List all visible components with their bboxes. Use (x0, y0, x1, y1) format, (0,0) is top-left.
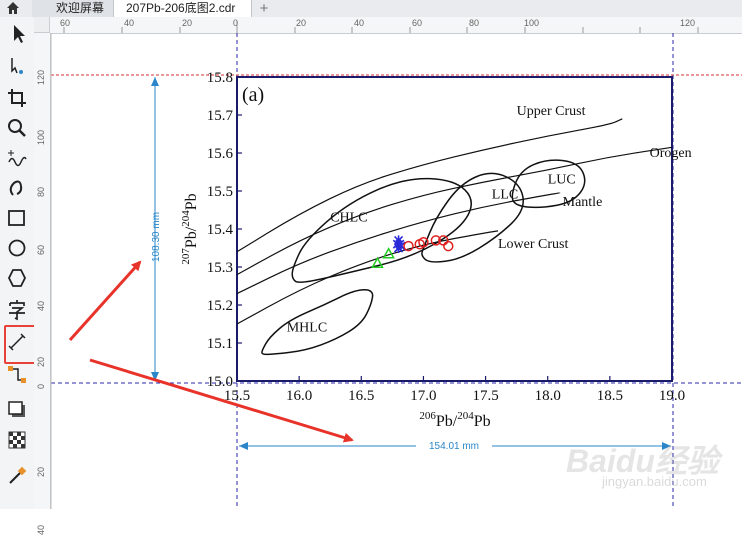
field-label: CHLC (330, 210, 367, 225)
x-tick-label: 17.0 (410, 388, 436, 404)
x-tick-label: 16.5 (348, 388, 374, 404)
y-tick-label: 15.8 (207, 70, 233, 86)
ruler-label: 40 (36, 524, 46, 535)
curve-label: Mantle (563, 195, 603, 210)
field-label: LUC (548, 172, 576, 187)
y-tick-label: 15.5 (207, 184, 233, 200)
y-tick-label: 15.4 (207, 222, 234, 238)
x-axis-title: 206Pb/204Pb (419, 410, 490, 430)
x-tick-label: 16.0 (286, 388, 312, 404)
x-tick-label: 19.0 (659, 388, 685, 404)
x-tick-label: 17.5 (472, 388, 498, 404)
field-label: LLC (492, 188, 518, 203)
curve-label: Lower Crust (498, 237, 568, 252)
x-tick-label: 18.5 (597, 388, 623, 404)
y-tick-label: 15.6 (207, 146, 234, 162)
y-axis-title: 207Pb/204Pb (180, 193, 200, 264)
y-tick-label: 15.7 (207, 108, 234, 124)
curve-label: Upper Crust (517, 104, 586, 119)
field-label: MHLC (287, 321, 327, 336)
x-tick-label: 18.0 (535, 388, 561, 404)
curve-label: Orogen (650, 146, 692, 161)
y-tick-label: 15.1 (207, 336, 233, 352)
x-tick-label: 15.5 (224, 388, 250, 404)
y-tick-label: 15.0 (207, 374, 233, 390)
lead-isotope-chart[interactable]: Upper Crust Orogen Mantle Lower Crust CHLC L… (0, 0, 742, 509)
y-tick-label: 15.3 (207, 260, 233, 276)
y-tick-label: 15.2 (207, 298, 233, 314)
panel-label: (a) (242, 84, 264, 106)
watermark-url: jingyan.baidu.com (602, 474, 707, 489)
